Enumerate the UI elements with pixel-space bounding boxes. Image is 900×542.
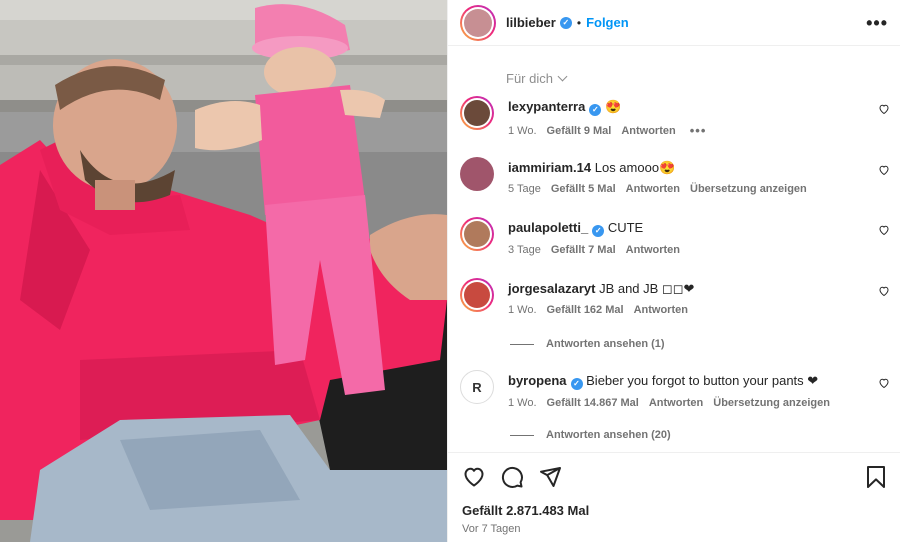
comment-text: CUTE [607,220,644,235]
comment-avatar[interactable] [460,217,494,251]
comment-likes[interactable]: Gefällt 14.867 Mal [547,397,639,409]
divider-line [510,343,534,345]
comment-text: JB and JB ◻◻❤ [599,281,695,296]
reply-button[interactable]: Antworten [621,125,675,137]
follow-button[interactable]: Folgen [586,15,629,30]
author-avatar[interactable] [460,4,496,41]
verified-badge-icon: ✓ [592,225,605,237]
comment-item: paulapoletti_ ✓ CUTE 3 Tage Gefällt 7 Mal… [460,217,896,256]
comment-time: 3 Tage [508,244,541,256]
post-actions: Gefällt 2.871.483 Mal Vor 7 Tagen [448,452,900,542]
divider-line [510,434,534,436]
comment-username[interactable]: lexypanterra [508,99,585,114]
comment-sort-label: Für dich [506,71,553,86]
view-replies-button[interactable]: Antworten ansehen (20) [510,429,671,441]
comment-likes[interactable]: Gefällt 5 Mal [551,183,616,195]
reply-button[interactable]: Antworten [649,397,703,409]
comment-avatar[interactable]: R [460,370,494,404]
comment-like-heart-icon[interactable] [878,377,890,389]
comment-username[interactable]: jorgesalazaryt [508,281,595,296]
comment-avatar[interactable] [460,157,494,191]
post-timestamp[interactable]: Vor 7 Tagen [462,523,887,535]
comment-likes[interactable]: Gefällt 162 Mal [547,304,624,316]
comment-like-heart-icon[interactable] [878,164,890,176]
verified-badge-icon: ✓ [570,378,583,390]
view-replies-button[interactable]: Antworten ansehen (1) [510,338,665,350]
reply-button[interactable]: Antworten [626,244,680,256]
post-panel: lilbieber ✓ • Folgen ••• Für dich lexypa… [447,0,900,542]
post-like-count[interactable]: Gefällt 2.871.483 Mal [462,503,887,518]
comment-avatar[interactable] [460,278,494,312]
post-photo[interactable] [0,0,447,542]
comment-username[interactable]: iammiriam.14 [508,160,591,175]
comment-likes[interactable]: Gefällt 7 Mal [551,244,616,256]
comment-item: lexypanterra ✓ 😍 1 Wo. Gefällt 9 Mal Antw… [460,96,896,138]
comment-like-heart-icon[interactable] [878,285,890,297]
comment-item: iammiriam.14 Los amooo😍 5 Tage Gefällt 5… [460,157,896,195]
reply-button[interactable]: Antworten [626,183,680,195]
comment-text: 😍 [604,99,622,114]
comment-sort-dropdown[interactable]: Für dich [506,71,568,86]
reply-button[interactable]: Antworten [634,304,688,316]
verified-badge-icon: ✓ [589,104,602,116]
chevron-down-icon [557,71,568,82]
comment-avatar[interactable] [460,96,494,130]
verified-badge-icon: ✓ [559,16,572,29]
comment-like-heart-icon[interactable] [878,103,890,115]
translate-button[interactable]: Übersetzung anzeigen [713,397,830,409]
author-username[interactable]: lilbieber [506,15,556,30]
comment-username[interactable]: byropena [508,373,567,388]
comment-time: 5 Tage [508,183,541,195]
heart-icon[interactable] [462,465,486,489]
comment-time: 1 Wo. [508,124,537,137]
comment-item: R byropena ✓ Bieber you forgot to button … [460,370,896,409]
separator-dot: • [576,15,582,30]
comment-text: Bieber you forgot to button your pants ❤ [586,373,819,388]
comment-username[interactable]: paulapoletti_ [508,220,588,235]
comment-likes[interactable]: Gefällt 9 Mal [547,125,612,137]
comment-text: Los amooo😍 [594,160,676,175]
comment-more-icon[interactable]: ••• [690,123,707,138]
bookmark-icon[interactable] [865,465,887,489]
comment-time: 1 Wo. [508,304,537,316]
share-icon[interactable] [538,465,562,489]
comment-like-heart-icon[interactable] [878,224,890,236]
comment-item: jorgesalazaryt JB and JB ◻◻❤ 1 Wo. Gefäl… [460,278,896,316]
view-replies-label: Antworten ansehen (1) [546,338,665,350]
view-replies-label: Antworten ansehen (20) [546,429,671,441]
comment-time: 1 Wo. [508,397,537,409]
translate-button[interactable]: Übersetzung anzeigen [690,183,807,195]
more-options-icon[interactable]: ••• [866,14,888,32]
post-header: lilbieber ✓ • Folgen ••• [448,0,900,46]
post-image [0,0,447,542]
comment-icon[interactable] [500,465,524,489]
